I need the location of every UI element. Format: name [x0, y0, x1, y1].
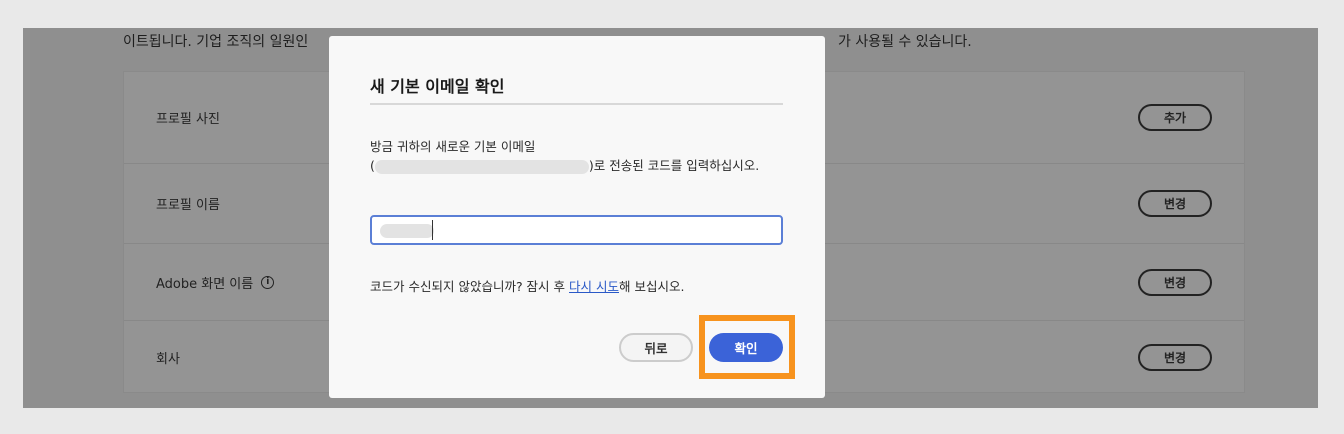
- row-label: 프로필 이름: [156, 198, 220, 213]
- row-label: 회사: [156, 352, 180, 367]
- resend-text: 코드가 수신되지 않았습니까? 잠시 후 다시 시도해 보십시오.: [370, 276, 684, 295]
- row-label: Adobe 화면 이름: [156, 276, 254, 292]
- redacted-code: [380, 224, 434, 238]
- text-caret: [432, 220, 433, 240]
- confirm-button[interactable]: 확인: [709, 333, 783, 362]
- title-divider: [370, 103, 783, 105]
- intro-text-right: 가 사용될 수 있습니다.: [838, 34, 972, 50]
- change-name-button[interactable]: 변경: [1138, 190, 1212, 217]
- retry-link[interactable]: 다시 시도: [569, 279, 619, 294]
- dialog-description: 방금 귀하의 새로운 기본 이메일 ()로 전송된 코드를 입력하십시오.: [370, 137, 783, 175]
- back-button[interactable]: 뒤로: [619, 333, 693, 362]
- change-company-button[interactable]: 변경: [1138, 344, 1212, 371]
- verify-email-dialog: 새 기본 이메일 확인 방금 귀하의 새로운 기본 이메일 ()로 전송된 코드…: [329, 36, 825, 398]
- dialog-title: 새 기본 이메일 확인: [370, 77, 505, 96]
- desc-rest: )로 전송된 코드를 입력하십시오.: [588, 158, 760, 173]
- row-label-wrap: Adobe 화면 이름 i: [156, 273, 275, 292]
- info-icon[interactable]: i: [261, 275, 275, 289]
- intro-text-left: 이트됩니다. 기업 조직의 일원인: [123, 34, 309, 50]
- desc-line1: 방금 귀하의 새로운 기본 이메일: [370, 139, 536, 154]
- add-photo-button[interactable]: 추가: [1138, 104, 1212, 131]
- resend-prefix: 코드가 수신되지 않았습니까? 잠시 후: [370, 279, 570, 294]
- resend-suffix: 해 보십시오.: [619, 279, 685, 294]
- row-label: 프로필 사진: [156, 112, 220, 127]
- code-input[interactable]: [370, 215, 783, 245]
- change-screen-name-button[interactable]: 변경: [1138, 268, 1212, 296]
- redacted-email: [374, 159, 589, 174]
